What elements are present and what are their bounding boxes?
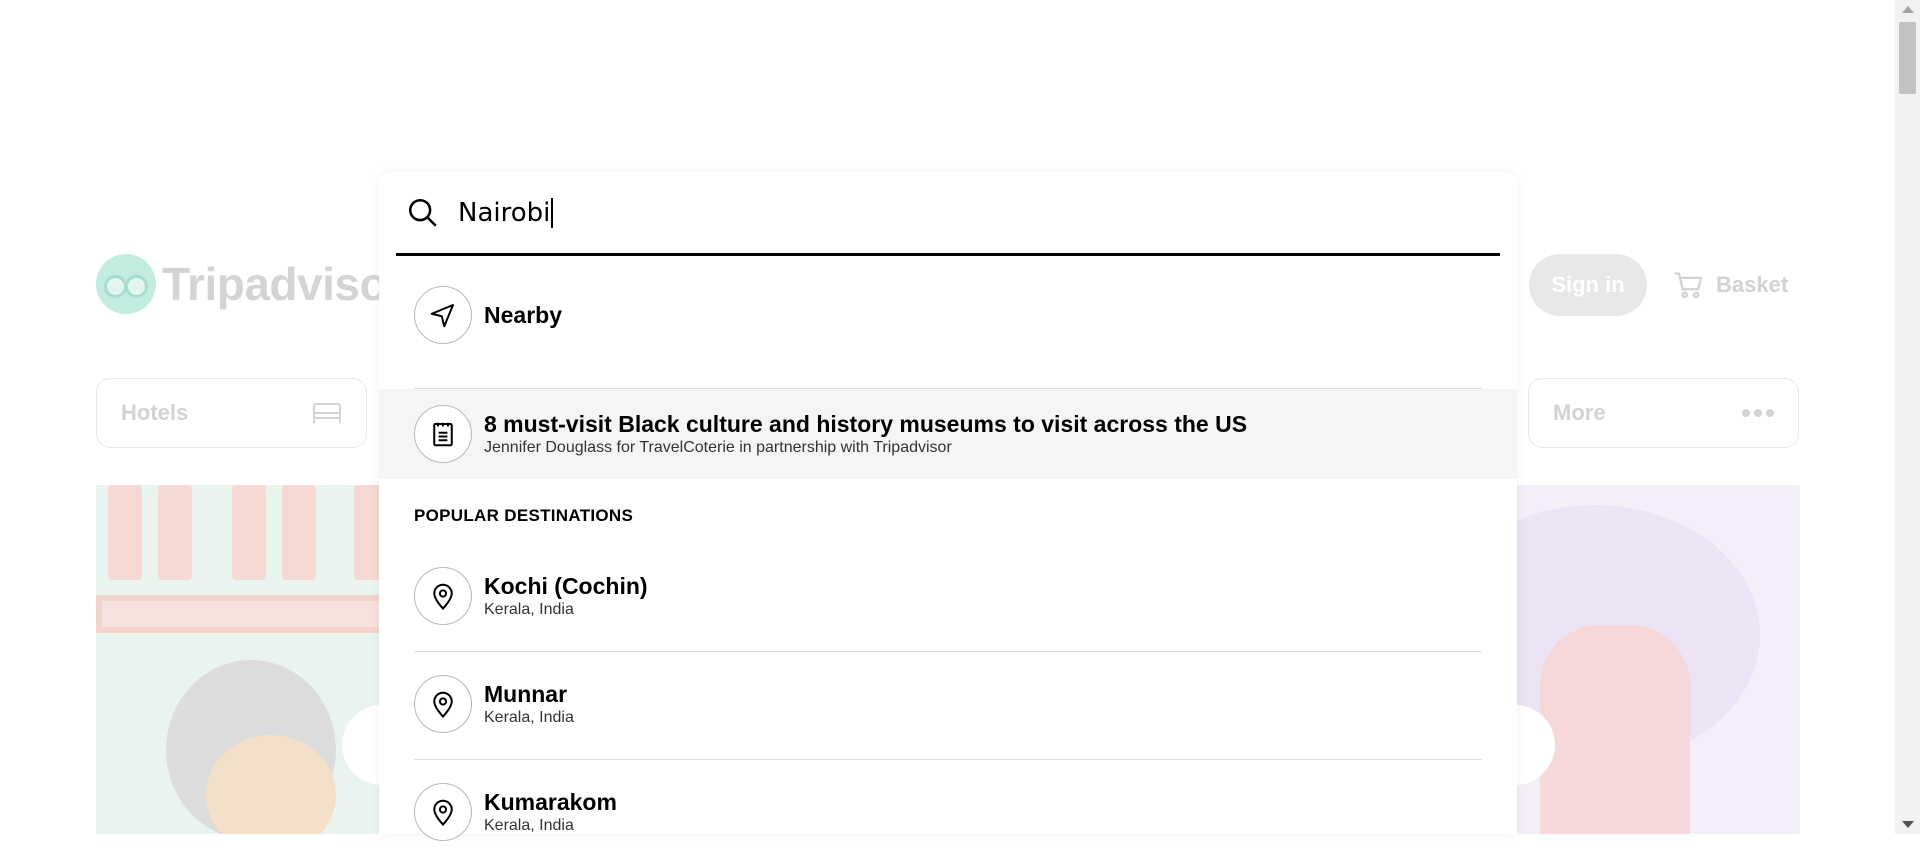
destination-subtitle: Kerala, India xyxy=(484,817,574,834)
tab-more[interactable]: More xyxy=(1528,378,1799,448)
suggestion-article[interactable]: 8 must-visit Black culture and history m… xyxy=(379,389,1517,479)
destination-icon-circle xyxy=(414,675,472,733)
tab-hotels[interactable]: Hotels xyxy=(96,378,367,448)
divider xyxy=(414,759,1482,760)
basket-link[interactable]: Basket xyxy=(1672,268,1788,302)
suggestion-destination[interactable]: Kochi (Cochin) Kerala, India xyxy=(379,551,1517,641)
location-pin-icon xyxy=(433,799,453,826)
basket-label: Basket xyxy=(1716,272,1789,297)
destination-subtitle: Kerala, India xyxy=(484,709,574,726)
destination-icon-circle xyxy=(414,567,472,625)
suggestion-destination[interactable]: Munnar Kerala, India xyxy=(379,659,1517,749)
destination-title: Kochi (Cochin) xyxy=(484,573,648,599)
article-subtitle: Jennifer Douglass for TravelCoterie in p… xyxy=(484,439,952,456)
location-pin-icon xyxy=(433,691,453,718)
cart-icon xyxy=(1674,272,1703,299)
scrollbar[interactable] xyxy=(1895,0,1920,834)
tripadvisor-logo[interactable]: Tripadvisor xyxy=(96,254,405,314)
location-pin-icon xyxy=(433,583,453,610)
destination-icon-circle xyxy=(414,783,472,841)
suggestion-nearby[interactable]: Nearby xyxy=(379,272,1517,358)
scrollbar-thumb[interactable] xyxy=(1899,22,1916,94)
section-title-popular-destinations: POPULAR DESTINATIONS xyxy=(414,506,634,525)
owl-logo-icon xyxy=(96,254,156,314)
suggestion-destination[interactable]: Kumarakom Kerala, India xyxy=(379,767,1517,857)
logo-text: Tripadvisor xyxy=(162,258,405,310)
destination-title: Munnar xyxy=(484,681,568,707)
search-dropdown: Nairobi Nearby 8 must-visit Black cultur… xyxy=(379,172,1517,841)
tab-more-label: More xyxy=(1553,400,1606,425)
tab-hotels-label: Hotels xyxy=(121,400,189,425)
nearby-icon-circle xyxy=(414,286,472,344)
divider xyxy=(414,651,1482,652)
search-bar: Nairobi xyxy=(396,172,1500,256)
nearby-title: Nearby xyxy=(484,302,562,328)
search-input[interactable]: Nairobi xyxy=(458,198,550,228)
scroll-up-arrow-icon[interactable] xyxy=(1902,6,1914,13)
ellipsis-icon xyxy=(1742,409,1774,417)
sign-in-button[interactable]: Sign in xyxy=(1529,254,1647,316)
article-title: 8 must-visit Black culture and history m… xyxy=(484,411,1248,437)
destination-title: Kumarakom xyxy=(484,789,617,815)
article-icon xyxy=(433,422,453,447)
bed-icon xyxy=(313,403,341,423)
navigation-arrow-icon xyxy=(430,304,454,328)
search-icon xyxy=(408,198,437,227)
article-icon-circle xyxy=(414,405,472,463)
scroll-down-arrow-icon[interactable] xyxy=(1902,821,1914,828)
destination-subtitle: Kerala, India xyxy=(484,601,574,618)
text-cursor xyxy=(551,197,554,228)
